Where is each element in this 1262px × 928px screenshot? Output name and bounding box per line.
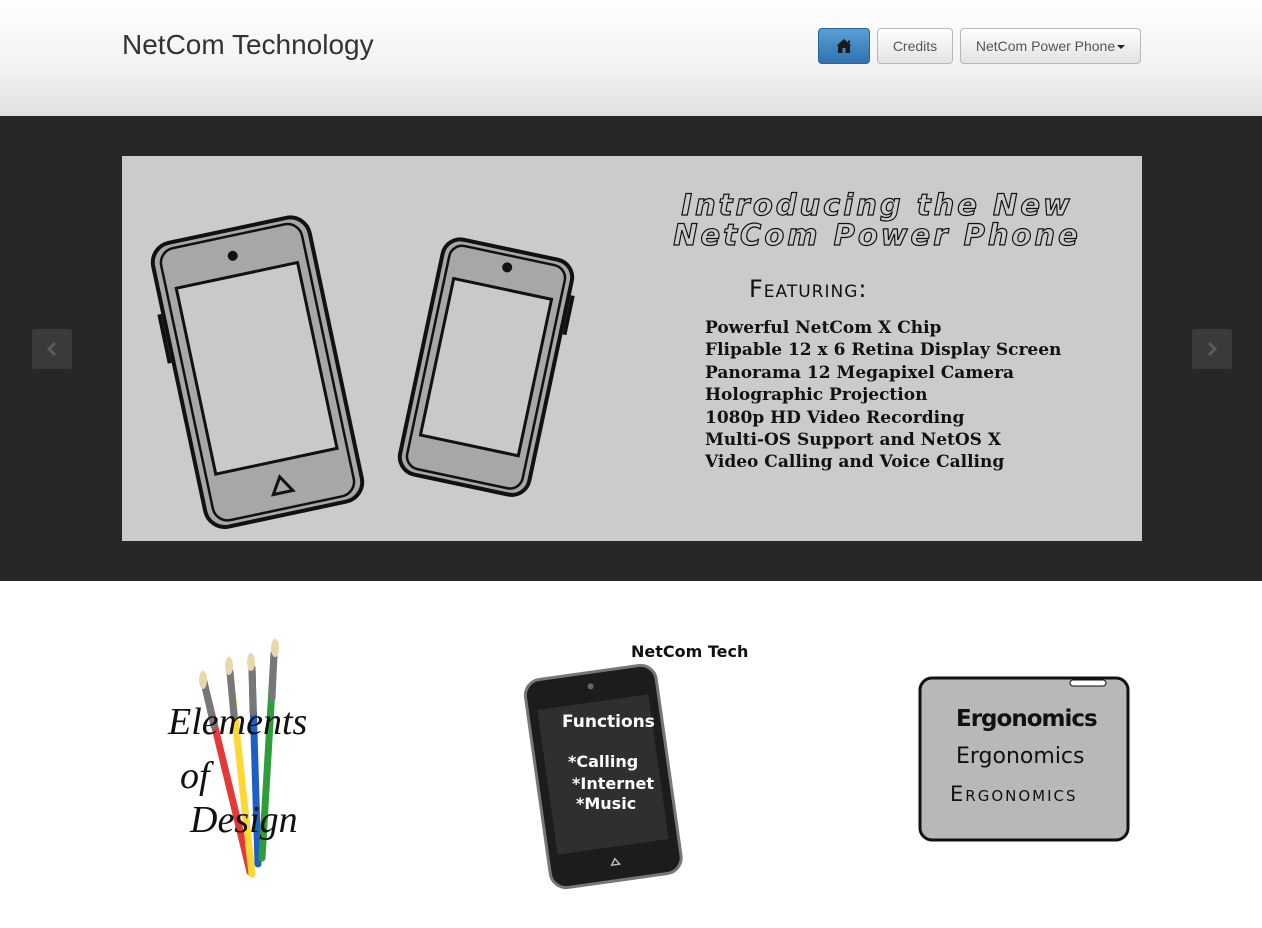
feature-item: Holographic Projection [705,385,928,406]
power-phone-label: NetCom Power Phone [975,38,1116,54]
ergonomics-line1: Ergonomics [956,706,1098,732]
functions-item: *Internet [572,774,654,793]
feature-item: Flipable 12 x 6 Retina Display Screen [705,340,1062,361]
credits-button[interactable]: Credits [877,28,953,64]
home-icon [836,39,852,53]
feature-item: Video Calling and Voice Calling [705,452,1005,473]
elements-of-design-image[interactable]: Elements of Design [140,632,340,892]
caret-down-icon [1117,45,1126,49]
feature-item: Multi-OS Support and NetOS X [705,430,1002,451]
slide-title-line1: Introducing the New [681,188,1073,222]
carousel-next-button[interactable] [1192,329,1232,369]
home-button[interactable] [818,28,870,64]
credits-label: Credits [892,38,938,54]
design-text-line1: Elements [168,701,308,743]
paintbrushes-icon [199,639,279,878]
carousel-prev-button[interactable] [32,329,72,369]
brand-title[interactable]: NetCom Technology [122,29,374,61]
ergonomics-line3: Ergonomics [950,782,1078,806]
featuring-heading: Featuring: [749,275,868,303]
slide-title-line2: NetCom Power Phone [673,218,1081,252]
chevron-left-icon [46,341,57,357]
ergonomics-image[interactable]: Ergonomics Ergonomics Ergonomics [910,632,1140,892]
functions-title: Functions [562,712,655,732]
functions-item: *Calling [568,752,639,771]
feature-item: Powerful NetCom X Chip [705,318,942,338]
ergonomics-line2: Ergonomics [956,744,1085,769]
design-text-line3: Design [190,799,298,841]
design-text-line2: of [180,755,210,797]
carousel-slide[interactable]: Introducing the New NetCom Power Phone F… [122,156,1142,541]
chevron-right-icon [1207,341,1218,357]
feature-list: Powerful NetCom X Chip Flipable 12 x 6 R… [705,317,1061,474]
power-phone-dropdown[interactable]: NetCom Power Phone [960,28,1141,64]
functions-item: *Music [576,794,637,813]
slide-title: Introducing the New NetCom Power Phone [647,188,1107,252]
functions-image[interactable]: NetCom Tech Functions *Calling *Internet… [510,632,750,892]
feature-item: Panorama 12 Megapixel Camera [705,362,1015,383]
feature-item: 1080p HD Video Recording [705,407,965,428]
top-navbar: NetCom Technology Credits NetCom Power P… [0,0,1262,116]
phones-illustration [150,215,575,529]
hero-carousel: Introducing the New NetCom Power Phone F… [0,116,1262,581]
